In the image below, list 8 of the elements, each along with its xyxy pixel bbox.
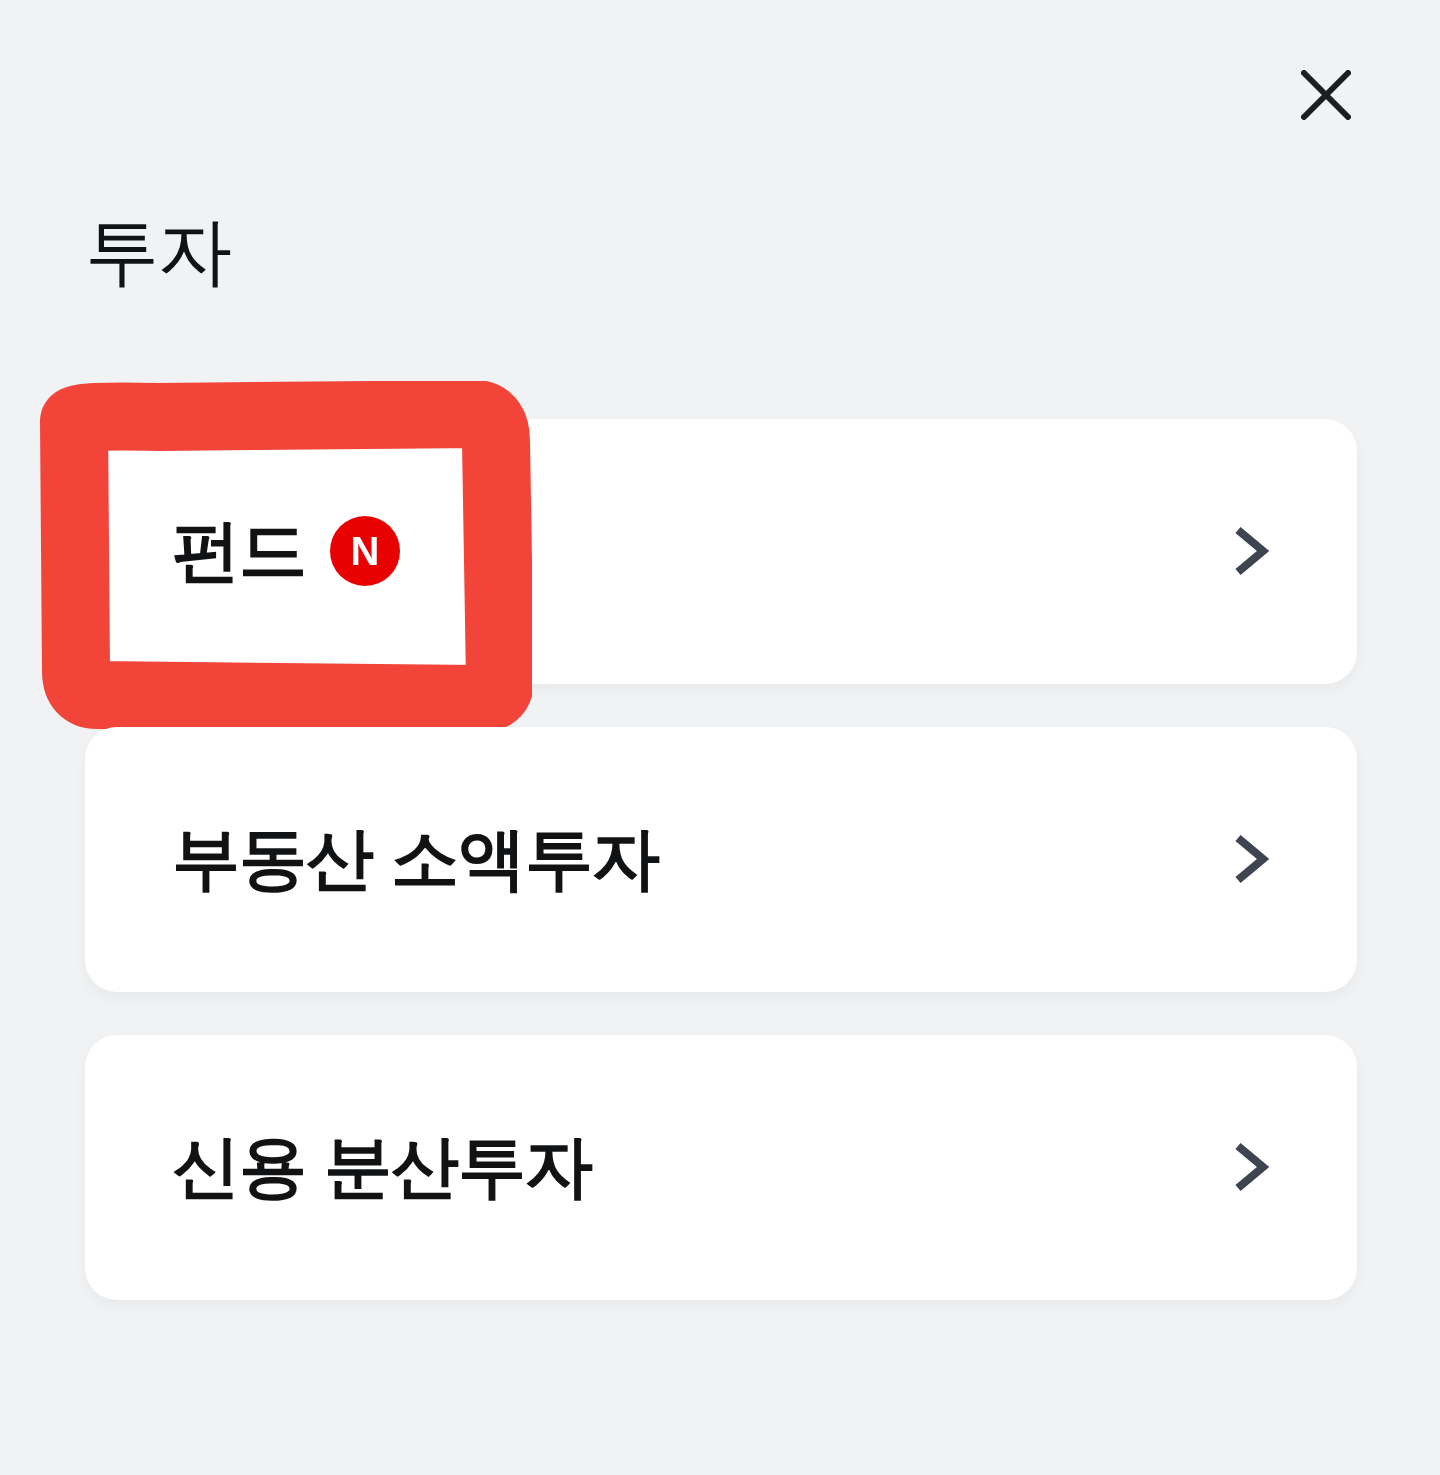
chevron-right-icon	[1233, 834, 1269, 885]
new-badge: N	[330, 516, 400, 587]
close-icon	[1301, 70, 1351, 120]
page-title: 투자	[85, 209, 232, 295]
menu-item[interactable]: 부동산 소액투자	[85, 726, 1357, 992]
chevron-right-icon	[1233, 526, 1269, 577]
chevron-right-icon	[1233, 1142, 1269, 1193]
menu-item[interactable]: 신용 분산투자	[85, 1034, 1357, 1300]
